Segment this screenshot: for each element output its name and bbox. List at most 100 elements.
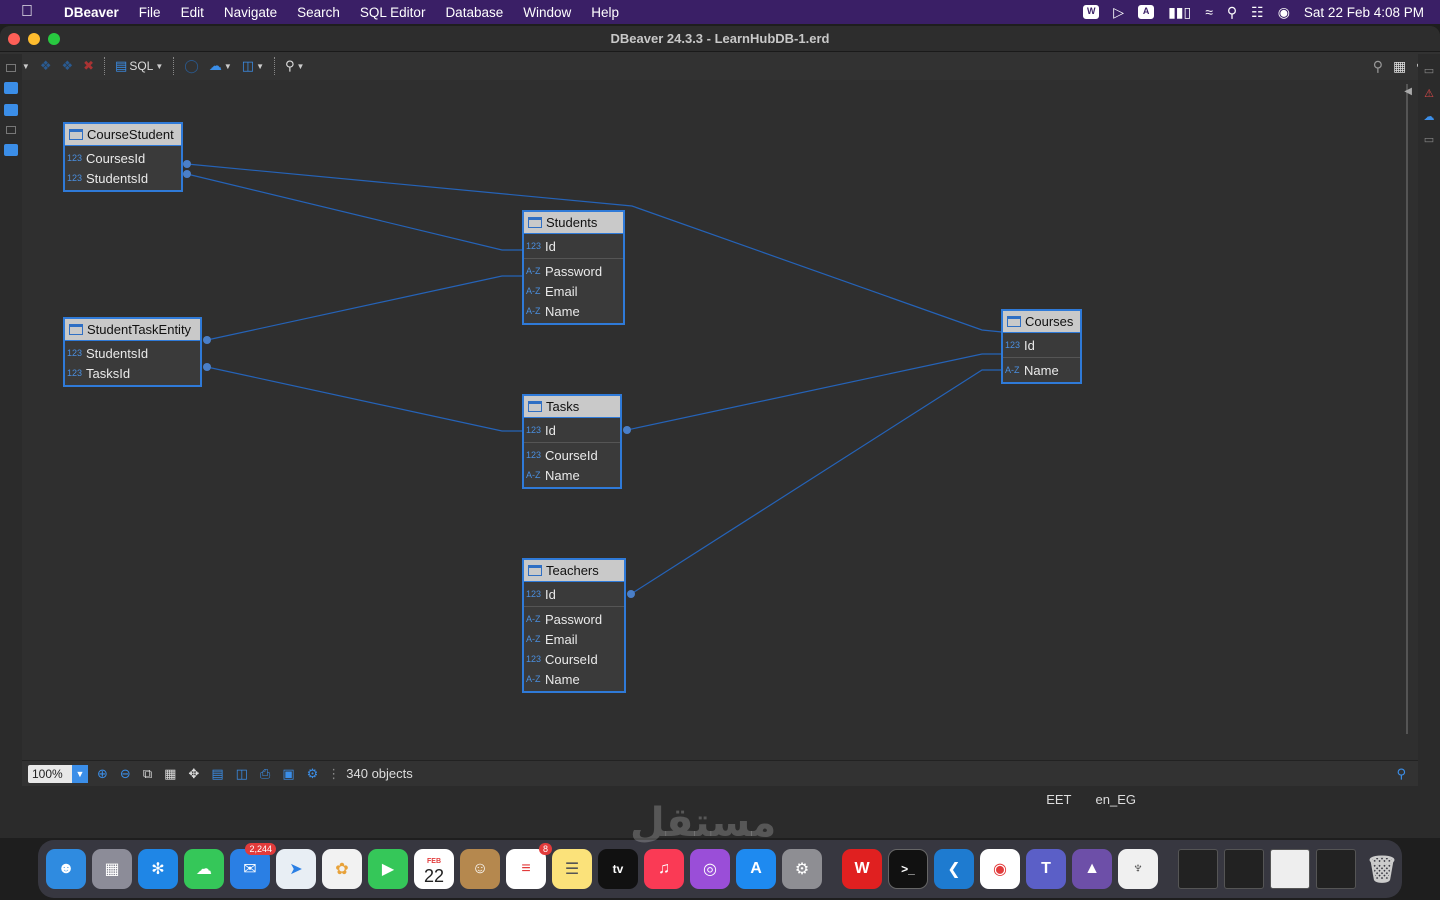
restore-icon[interactable]	[6, 64, 16, 72]
minimize-window-button[interactable]	[28, 33, 40, 45]
export-image-icon[interactable]: ▣	[279, 766, 297, 782]
system-settings-icon[interactable]: ⚙	[782, 849, 822, 889]
commit-icon[interactable]: ◯	[181, 55, 202, 77]
database-tools-button[interactable]: ◫ ▼	[239, 55, 267, 77]
entity-column[interactable]: A-Z Email	[524, 629, 624, 649]
entity-column[interactable]: 123 StudentsId	[65, 343, 200, 363]
messages-icon[interactable]: ☁	[184, 849, 224, 889]
entity-header[interactable]: Tasks	[524, 396, 620, 418]
preview-icon[interactable]: ▲	[1072, 849, 1112, 889]
zoom-select[interactable]: 100% ▼	[28, 764, 88, 783]
podcasts-icon[interactable]: ◎	[690, 849, 730, 889]
entity-column[interactable]: 123 CourseId	[524, 649, 624, 669]
entity-column[interactable]: 123 Id	[524, 584, 624, 604]
music-icon[interactable]: ♫	[644, 849, 684, 889]
entity-teachers[interactable]: Teachers 123 Id A-Z Password A-Z Email 123 Cours…	[522, 558, 626, 693]
minimized-window-thumbnail[interactable]	[1270, 849, 1310, 889]
menu-edit[interactable]: Edit	[171, 5, 214, 20]
stop-icon[interactable]: ✖	[80, 55, 97, 77]
input-source-icon[interactable]: A	[1138, 5, 1155, 19]
entity-column[interactable]: 123 Id	[524, 420, 620, 440]
menu-window[interactable]: Window	[513, 5, 581, 20]
minimized-window-thumbnail[interactable]	[1178, 849, 1218, 889]
play-icon[interactable]: ▷	[1113, 4, 1124, 21]
entity-column[interactable]: A-Z Password	[524, 261, 623, 281]
notes-icon[interactable]: ☰	[552, 849, 592, 889]
minimized-window-thumbnail[interactable]	[1224, 849, 1264, 889]
outline-icon[interactable]	[4, 144, 18, 156]
entity-courses[interactable]: Courses 123 Id A-Z Name	[1001, 309, 1082, 384]
finder-icon[interactable]: ☻	[46, 849, 86, 889]
entity-coursestudent[interactable]: CourseStudent 123 CoursesId 123 StudentsId	[63, 122, 183, 192]
dbeaver-icon[interactable]: ♆	[1118, 849, 1158, 889]
vscode-icon[interactable]: ❮	[934, 849, 974, 889]
wifi-icon[interactable]: ≈	[1205, 4, 1213, 20]
reminders-icon[interactable]: ≡ 8	[506, 843, 552, 889]
contacts-icon[interactable]: ☺	[460, 849, 500, 889]
app-store-icon[interactable]: A	[736, 849, 776, 889]
disconnect-icon[interactable]: ❖	[58, 55, 76, 77]
close-window-button[interactable]	[8, 33, 20, 45]
entity-column[interactable]: A-Z Email	[524, 281, 623, 301]
restore-icon[interactable]: ▭	[1423, 133, 1435, 146]
restore-icon[interactable]: ▭	[1423, 64, 1435, 77]
teams-icon[interactable]: T	[1026, 849, 1066, 889]
menu-file[interactable]: File	[129, 5, 171, 20]
entity-column[interactable]: 123 StudentsId	[65, 168, 181, 188]
apple-icon[interactable]: 	[0, 3, 54, 21]
siri-icon[interactable]: ◉	[1278, 4, 1290, 21]
word-icon[interactable]: W	[1083, 5, 1100, 19]
mail-icon[interactable]: ✉ 2,244	[230, 843, 276, 889]
perspective-icon[interactable]: ▦	[1393, 58, 1406, 75]
apple-tv-icon[interactable]: tv	[598, 849, 638, 889]
menu-sql-editor[interactable]: SQL Editor	[350, 5, 436, 20]
menu-search[interactable]: Search	[287, 5, 350, 20]
search-tools-button[interactable]: ⚲ ▼	[282, 55, 307, 77]
zoom-out-icon[interactable]: ⊖	[117, 766, 134, 782]
photos-icon[interactable]: ✿	[322, 849, 362, 889]
connect-icon[interactable]: ❖	[37, 55, 55, 77]
facetime-icon[interactable]: ▶	[368, 849, 408, 889]
trash-icon[interactable]: 🗑	[1362, 849, 1402, 889]
entity-column[interactable]: A-Z Name	[524, 301, 623, 321]
entity-column[interactable]: 123 TasksId	[65, 363, 200, 383]
restore-icon[interactable]	[6, 126, 16, 134]
entity-column[interactable]: A-Z Name	[524, 465, 620, 485]
scroll-arrow-icon[interactable]: ◀	[1404, 86, 1412, 97]
entity-header[interactable]: Teachers	[524, 560, 624, 582]
entity-header[interactable]: Students	[524, 212, 623, 234]
transaction-mode-button[interactable]: ☁ ▼	[206, 55, 235, 77]
print-icon[interactable]: ⎙	[257, 766, 273, 782]
entity-column[interactable]: 123 CoursesId	[65, 148, 181, 168]
move-icon[interactable]: ✥	[185, 766, 202, 782]
entity-column[interactable]: 123 CourseId	[524, 445, 620, 465]
database-navigator-icon[interactable]	[4, 82, 18, 94]
entity-column[interactable]: A-Z Name	[524, 669, 624, 689]
spotlight-search-icon[interactable]: ⚲	[1227, 4, 1237, 21]
entity-header[interactable]: StudentTaskEntity	[65, 319, 200, 341]
menu-help[interactable]: Help	[581, 5, 629, 20]
menu-navigate[interactable]: Navigate	[214, 5, 287, 20]
grid-icon[interactable]: ▦	[161, 766, 179, 782]
menu-database[interactable]: Database	[435, 5, 513, 20]
layout-icon[interactable]: ▤	[208, 766, 226, 782]
safari-icon[interactable]: ✻	[138, 849, 178, 889]
search-icon[interactable]: ⚲	[1396, 766, 1406, 782]
minimized-window-thumbnail[interactable]	[1316, 849, 1356, 889]
entity-header[interactable]: CourseStudent	[65, 124, 181, 146]
terminal-icon[interactable]: >_	[888, 849, 928, 889]
menubar-clock[interactable]: Sat 22 Feb 4:08 PM	[1304, 5, 1424, 20]
properties-icon[interactable]: ☁	[1423, 110, 1435, 123]
entity-column[interactable]: A-Z Name	[1003, 360, 1080, 380]
problems-icon[interactable]: ⚠	[1423, 87, 1435, 100]
erd-canvas[interactable]: CourseStudent 123 CoursesId 123 StudentsId S…	[22, 80, 1418, 760]
maps-icon[interactable]: ➤	[276, 849, 316, 889]
projects-icon[interactable]	[4, 104, 18, 116]
control-center-icon[interactable]: ☷	[1251, 4, 1264, 21]
launchpad-icon[interactable]: ▦	[92, 849, 132, 889]
entity-tasks[interactable]: Tasks 123 Id 123 CourseId A-Z Name	[522, 394, 622, 489]
sql-editor-button[interactable]: ▤ SQL ▼	[112, 55, 166, 77]
battery-icon[interactable]: ▮▮▯	[1168, 4, 1191, 21]
settings-gear-icon[interactable]: ⚙	[304, 766, 322, 782]
calendar-icon[interactable]: FEB 22	[414, 849, 454, 889]
